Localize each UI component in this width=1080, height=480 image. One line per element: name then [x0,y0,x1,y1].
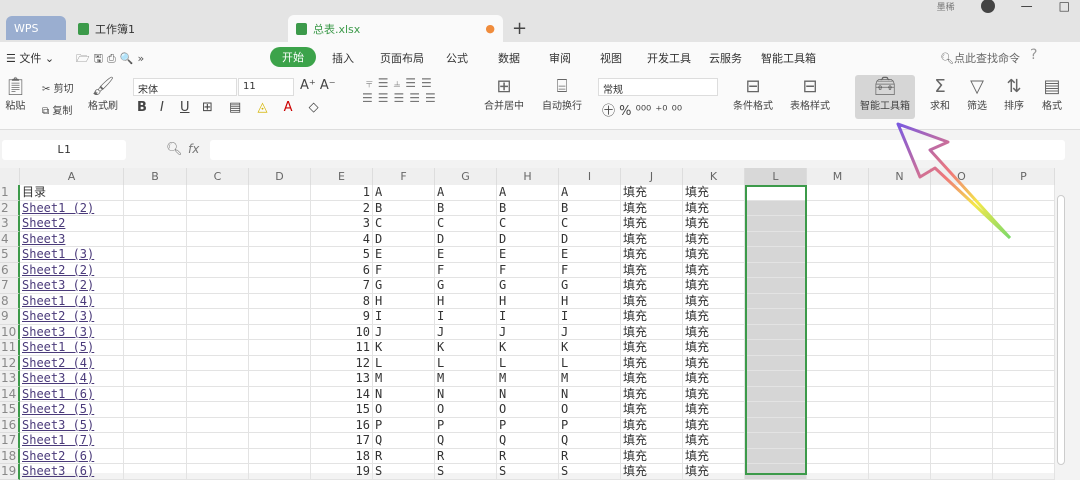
arrow-shape [896,122,1012,240]
annotation-arrow [896,122,1012,240]
